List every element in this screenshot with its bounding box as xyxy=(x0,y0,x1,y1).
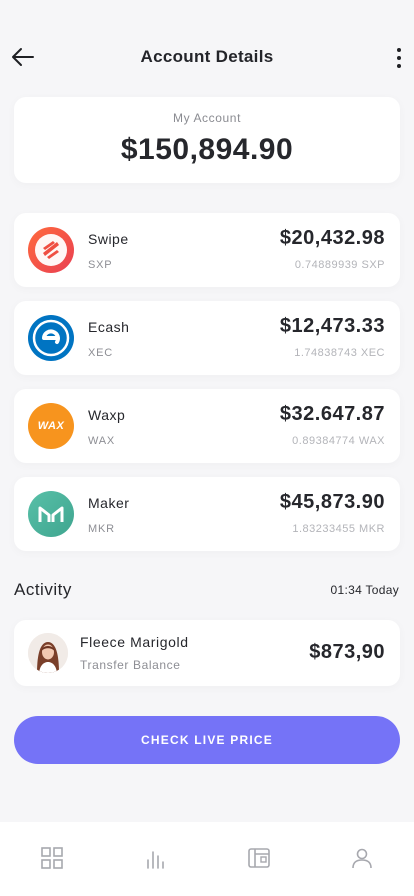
user-avatar xyxy=(28,633,68,673)
wallet-icon xyxy=(247,848,270,868)
coin-name: Ecash xyxy=(88,319,130,335)
more-options-button[interactable] xyxy=(392,44,406,72)
coin-usd-value: $45,873.90 xyxy=(279,491,385,513)
activity-heading: Activity xyxy=(14,580,72,599)
tab-dashboard[interactable] xyxy=(22,828,82,888)
coin-name: Maker xyxy=(88,495,130,511)
coin-amount: 0.89384774 WAX xyxy=(292,435,385,447)
swipe-logo-icon xyxy=(28,227,74,273)
tab-wallet[interactable] xyxy=(229,828,289,888)
wax-logo-icon: WAX xyxy=(28,403,74,449)
coin-name: Waxp xyxy=(88,407,126,423)
activity-timestamp: 01:34 Today xyxy=(330,583,399,597)
coin-symbol: SXP xyxy=(88,259,113,271)
activity-description: Transfer Balance xyxy=(80,658,181,672)
coin-card-waxp[interactable]: WAX Waxp WAX $32.647.87 0.89384774 WAX xyxy=(14,389,400,463)
page-title: Account Details xyxy=(140,47,274,66)
tab-profile[interactable] xyxy=(332,828,392,888)
coin-symbol: WAX xyxy=(88,435,116,447)
ecash-logo-icon xyxy=(28,315,74,361)
app-header: Account Details xyxy=(0,36,414,80)
bar-chart-icon xyxy=(147,851,165,869)
coin-card-maker[interactable]: Maker MKR $45,873.90 1.83233455 MKR xyxy=(14,477,400,551)
activity-item[interactable]: Fleece Marigold Transfer Balance $873,90 xyxy=(14,620,400,686)
activity-amount: $873,90 xyxy=(309,641,385,663)
tab-statistics[interactable] xyxy=(125,828,185,888)
wax-logo-text: WAX xyxy=(37,420,65,432)
coin-usd-value: $12,473.33 xyxy=(279,315,385,337)
more-vertical-icon xyxy=(397,48,401,52)
coin-symbol: MKR xyxy=(88,523,115,535)
coin-amount: 0.74889939 SXP xyxy=(294,259,385,271)
activity-user-name: Fleece Marigold xyxy=(80,634,189,650)
user-icon xyxy=(352,848,373,869)
coin-usd-value: $32.647.87 xyxy=(279,403,385,425)
maker-logo-icon xyxy=(28,491,74,537)
account-balance: $150,894.90 xyxy=(120,133,294,166)
bottom-tab-bar xyxy=(0,822,414,896)
account-balance-card: My Account $150,894.90 xyxy=(14,97,400,183)
coin-card-ecash[interactable]: Ecash XEC $12,473.33 1.74838743 XEC xyxy=(14,301,400,375)
coin-card-swipe[interactable]: Swipe SXP $20,432.98 0.74889939 SXP xyxy=(14,213,400,287)
coin-name: Swipe xyxy=(88,231,129,247)
coin-amount: 1.83233455 MKR xyxy=(292,523,385,535)
account-label: My Account xyxy=(172,111,242,125)
grid-icon xyxy=(40,847,63,869)
check-live-price-button[interactable]: CHECK LIVE PRICE xyxy=(14,716,400,764)
coin-usd-value: $20,432.98 xyxy=(279,227,385,249)
coin-symbol: XEC xyxy=(88,347,114,359)
coin-amount: 1.74838743 XEC xyxy=(294,347,385,359)
